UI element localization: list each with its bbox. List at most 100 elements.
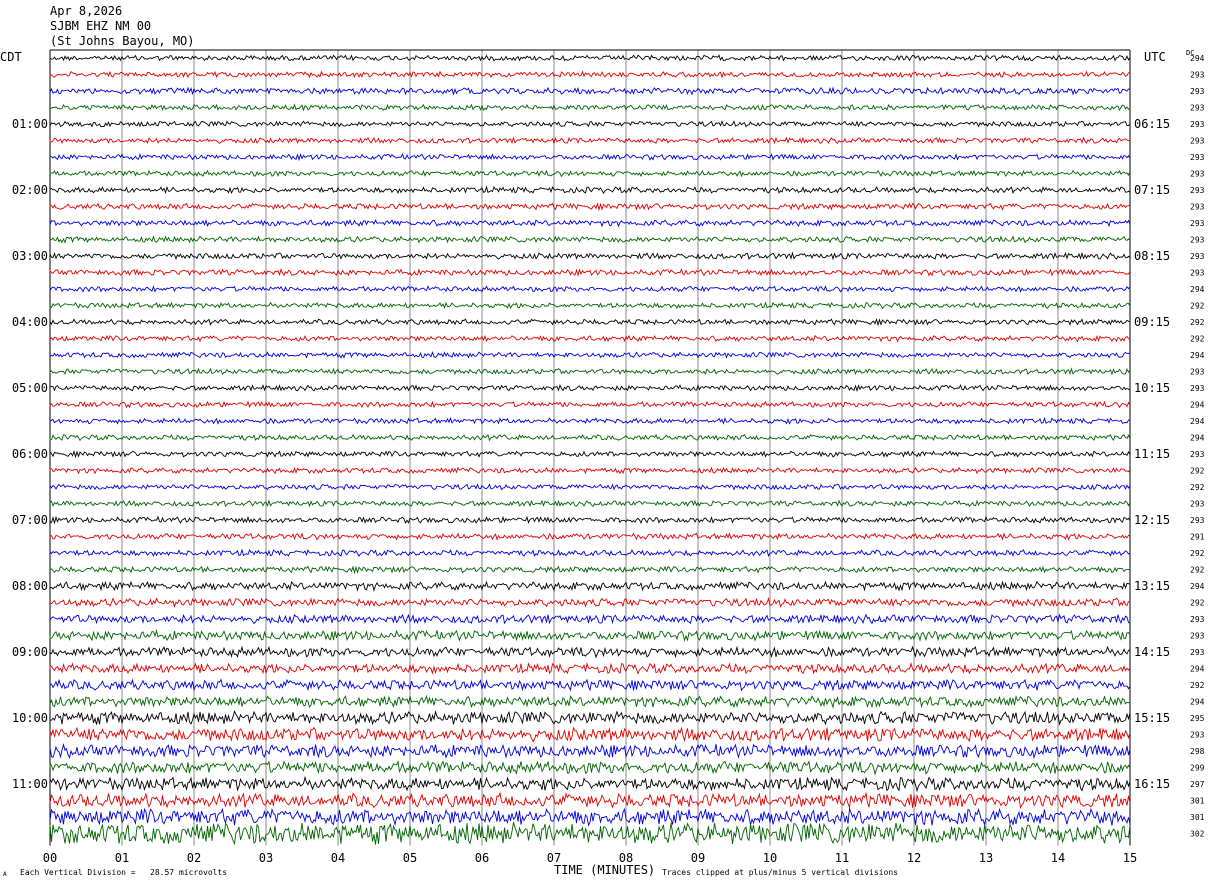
left-timezone-label: CDT [0,50,22,64]
x-tick-label: 02 [187,851,201,865]
seismic-trace [49,318,1131,327]
seismic-trace [49,416,1131,425]
seismic-trace [49,384,1131,393]
dc-offset-label: 293 [1190,731,1205,740]
dc-offset-label: 293 [1190,137,1205,146]
left-hour-label: 10:00 [12,711,48,725]
right-hour-label: 12:15 [1134,513,1170,527]
dc-offset-label: 293 [1190,516,1205,525]
x-tick-label: 10 [763,851,777,865]
seismic-trace [49,301,1131,310]
seismic-trace [49,400,1131,409]
seismic-trace [49,169,1131,178]
seismic-trace [49,515,1131,525]
seismic-trace [49,499,1131,508]
dc-offset-label: 293 [1190,219,1205,228]
seismic-trace [49,285,1131,293]
seismic-trace [49,70,1131,79]
dc-offset-label: 294 [1190,417,1205,426]
dc-offset-label: 292 [1190,302,1205,311]
seismic-trace [49,532,1131,541]
right-timezone-label: UTC [1144,50,1166,64]
dc-offset-label: 292 [1190,467,1205,476]
left-hour-label: 09:00 [12,645,48,659]
dc-header-label: DC [1186,49,1195,57]
dc-offset-label: 293 [1190,236,1205,245]
seismic-trace [49,103,1131,112]
x-tick-label: 09 [691,851,705,865]
seismic-trace [49,367,1131,376]
x-tick-label: 15 [1123,851,1137,865]
right-hour-label: 10:15 [1134,381,1170,395]
seismic-trace [49,202,1131,212]
seismic-trace [49,466,1131,475]
dc-offset-label: 299 [1190,764,1205,773]
right-hour-label: 07:15 [1134,183,1170,197]
seismic-trace [49,645,1131,659]
seismic-trace [49,334,1131,343]
dc-offset-labels: 294 293 293 293 293 293 293 293 293 293 293 293 293 2… [1190,54,1205,839]
dc-offset-label: 293 [1190,203,1205,212]
dc-offset-label: 293 [1190,252,1205,261]
dc-offset-label: 293 [1190,71,1205,80]
left-hour-labels: 01:00 02:00 03:00 04:00 05:00 06:00 07:00 08:00… [12,117,48,791]
clip-note: Traces clipped at plus/minus 5 vertical … [662,868,899,877]
seismic-trace [49,661,1131,675]
left-hour-label: 11:00 [12,777,48,791]
dc-offset-label: 293 [1190,186,1205,195]
left-hour-label: 01:00 [12,117,48,131]
dc-offset-label: 292 [1190,549,1205,558]
x-tick-label: 00 [43,851,57,865]
seismic-trace [49,86,1131,96]
right-hour-label: 08:15 [1134,249,1170,263]
seismic-trace [49,678,1131,692]
x-tick-label: 03 [259,851,273,865]
dc-offset-label: 293 [1190,104,1205,113]
left-hour-label: 08:00 [12,579,48,593]
x-tick-label: 11 [835,851,849,865]
dc-offset-label: 293 [1190,87,1205,96]
left-hour-label: 05:00 [12,381,48,395]
dc-offset-label: 294 [1190,582,1205,591]
dc-offset-label: 292 [1190,318,1205,327]
corner-mark: A [3,871,7,878]
seismic-trace [49,580,1131,592]
dc-offset-label: 292 [1190,335,1205,344]
seismic-trace [49,628,1131,642]
dc-offset-label: 294 [1190,285,1205,294]
dc-offset-label: 293 [1190,120,1205,129]
dc-offset-label: 293 [1190,615,1205,624]
seismic-trace [49,760,1131,776]
seismic-trace [49,153,1131,162]
seismic-trace [49,450,1131,459]
x-tick-label: 05 [403,851,417,865]
left-hour-label: 07:00 [12,513,48,527]
seismic-trace [49,136,1131,145]
x-tick-label: 01 [115,851,129,865]
left-hour-label: 04:00 [12,315,48,329]
seismic-trace [49,120,1131,128]
right-hour-label: 06:15 [1134,117,1170,131]
location-label: (St Johns Bayou, MO) [50,34,195,48]
dc-offset-label: 292 [1190,599,1205,608]
dc-offset-label: 293 [1190,500,1205,509]
seismic-trace [49,433,1131,442]
right-hour-label: 15:15 [1134,711,1170,725]
dc-offset-label: 292 [1190,566,1205,575]
dc-offset-label: 301 [1190,813,1205,822]
dc-offset-label: 293 [1190,384,1205,393]
helicorder-plot: 01:00 02:00 03:00 04:00 05:00 06:00 07:00 08:00… [12,49,1205,865]
seismic-trace [49,54,1131,62]
right-hour-label: 13:15 [1134,579,1170,593]
right-hour-label: 09:15 [1134,315,1170,329]
scale-note: Each Vertical Division = 28.57 microvolt… [20,868,228,877]
dc-offset-label: 292 [1190,681,1205,690]
x-tick-label: 04 [331,851,345,865]
x-tick-label: 12 [907,851,921,865]
date-label: Apr 8,2026 [50,4,123,18]
seismic-trace [49,235,1131,244]
dc-offset-label: 293 [1190,269,1205,278]
seismic-trace [49,268,1131,277]
seismic-trace [49,791,1131,810]
seismic-trace [49,775,1131,793]
